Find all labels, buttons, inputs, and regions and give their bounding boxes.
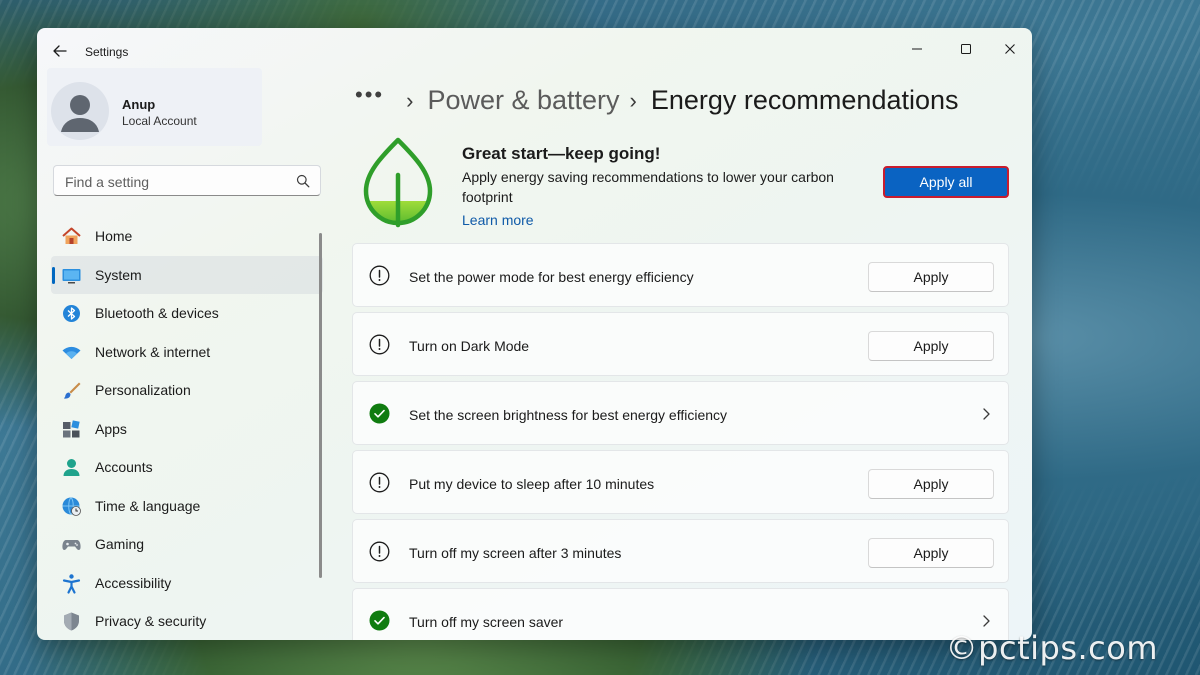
warning-circle-icon <box>369 265 390 286</box>
shield-icon <box>61 611 82 632</box>
apply-button[interactable]: Apply <box>868 538 994 568</box>
breadcrumb: ••• › Power & battery › Energy recommend… <box>355 82 959 116</box>
close-button[interactable] <box>990 36 1030 62</box>
recommendation-row: Put my device to sleep after 10 minutes … <box>352 450 1009 514</box>
recommendation-row[interactable]: Turn off my screen saver <box>352 588 1009 640</box>
home-icon <box>61 226 82 247</box>
warning-circle-icon <box>369 541 390 562</box>
recommendation-label: Turn on Dark Mode <box>409 338 530 354</box>
recommendation-row: Turn on Dark Mode Apply <box>352 312 1009 376</box>
sidebar-item-label: Apps <box>95 420 127 437</box>
sidebar-item-personalization[interactable]: Personalization <box>51 371 323 410</box>
app-title: Settings <box>85 45 129 59</box>
recommendation-row: Set the power mode for best energy effic… <box>352 243 1009 307</box>
checkmark-circle-icon <box>369 610 390 631</box>
recommendation-row: Turn off my screen after 3 minutes Apply <box>352 519 1009 583</box>
breadcrumb-parent[interactable]: Power & battery <box>427 85 619 116</box>
sidebar-item-label: Gaming <box>95 536 145 553</box>
chevron-right-icon[interactable] <box>980 613 992 629</box>
chevron-right-icon: › <box>406 87 414 113</box>
sidebar-item-label: System <box>95 266 142 283</box>
sidebar-item-accounts[interactable]: Accounts <box>51 448 323 487</box>
back-button[interactable] <box>51 42 69 60</box>
recommendation-row[interactable]: Set the screen brightness for best energ… <box>352 381 1009 445</box>
recommendation-label: Set the screen brightness for best energ… <box>409 407 728 423</box>
back-arrow-icon <box>53 45 67 57</box>
globe-clock-icon <box>61 496 82 517</box>
chevron-right-icon[interactable] <box>980 406 992 422</box>
page-title: Energy recommendations <box>650 85 959 115</box>
apply-button[interactable]: Apply <box>868 469 994 499</box>
hero-title: Great start—keep going! <box>462 144 661 163</box>
maximize-button[interactable] <box>946 36 986 62</box>
accounts-icon <box>61 457 82 478</box>
sidebar-nav: Home System Bluetooth & devices Network … <box>51 217 323 640</box>
recommendation-label: Put my device to sleep after 10 minutes <box>409 476 655 492</box>
close-icon <box>1005 44 1015 54</box>
sidebar-item-time-language[interactable]: Time & language <box>51 487 323 526</box>
sidebar-item-apps[interactable]: Apps <box>51 410 323 449</box>
hero-description: Apply energy saving recommendations to l… <box>462 169 834 205</box>
sidebar-item-home[interactable]: Home <box>51 217 323 256</box>
avatar <box>51 82 109 140</box>
sidebar-item-label: Accessibility <box>95 574 172 591</box>
sidebar-item-network[interactable]: Network & internet <box>51 333 323 372</box>
sidebar-item-accessibility[interactable]: Accessibility <box>51 564 323 603</box>
sidebar-scrollbar[interactable] <box>319 233 322 578</box>
sidebar-item-privacy-security[interactable]: Privacy & security <box>51 602 323 640</box>
learn-more-link[interactable]: Learn more <box>462 212 534 228</box>
recommendation-label: Turn off my screen saver <box>409 614 564 630</box>
sidebar-item-label: Time & language <box>95 497 201 514</box>
sidebar-item-label: Accounts <box>95 459 153 476</box>
recommendation-label: Set the power mode for best energy effic… <box>409 269 694 285</box>
warning-circle-icon <box>369 334 390 355</box>
search-box[interactable] <box>53 165 321 196</box>
sidebar-item-label: Home <box>95 228 133 245</box>
leaf-icon <box>361 135 435 229</box>
search-icon[interactable] <box>296 174 310 188</box>
search-input[interactable] <box>63 171 287 193</box>
watermark: ©pctips.com <box>945 629 1158 667</box>
minimize-icon <box>912 48 922 50</box>
brush-icon <box>61 380 82 401</box>
apply-button[interactable]: Apply <box>868 262 994 292</box>
sidebar-item-label: Network & internet <box>95 343 211 360</box>
maximize-icon <box>961 44 971 54</box>
settings-window: Settings Anup Local Account Find a setti… <box>37 28 1032 640</box>
sidebar-item-label: Personalization <box>95 382 191 399</box>
bluetooth-icon <box>61 303 82 324</box>
user-profile[interactable]: Anup Local Account <box>47 68 262 146</box>
apps-icon <box>61 419 82 440</box>
apply-all-button[interactable]: Apply all <box>883 166 1009 198</box>
sidebar-item-gaming[interactable]: Gaming <box>51 525 323 564</box>
sidebar-item-system[interactable]: System <box>51 255 323 294</box>
apply-button[interactable]: Apply <box>868 331 994 361</box>
minimize-button[interactable] <box>897 36 937 62</box>
recommendation-label: Turn off my screen after 3 minutes <box>409 545 622 561</box>
breadcrumb-more-button[interactable]: ••• <box>355 82 384 108</box>
profile-account-type: Local Account <box>122 114 197 128</box>
checkmark-circle-icon <box>369 403 390 424</box>
sidebar-item-label: Privacy & security <box>95 613 207 630</box>
chevron-right-icon: › <box>629 87 637 113</box>
system-icon <box>61 265 82 286</box>
profile-name: Anup <box>122 97 156 112</box>
warning-circle-icon <box>369 472 390 493</box>
gamepad-icon <box>61 534 82 555</box>
person-icon <box>61 95 99 132</box>
wifi-icon <box>61 342 82 363</box>
sidebar-item-label: Bluetooth & devices <box>95 305 219 322</box>
sidebar-item-bluetooth[interactable]: Bluetooth & devices <box>51 294 323 333</box>
accessibility-icon <box>61 573 82 594</box>
